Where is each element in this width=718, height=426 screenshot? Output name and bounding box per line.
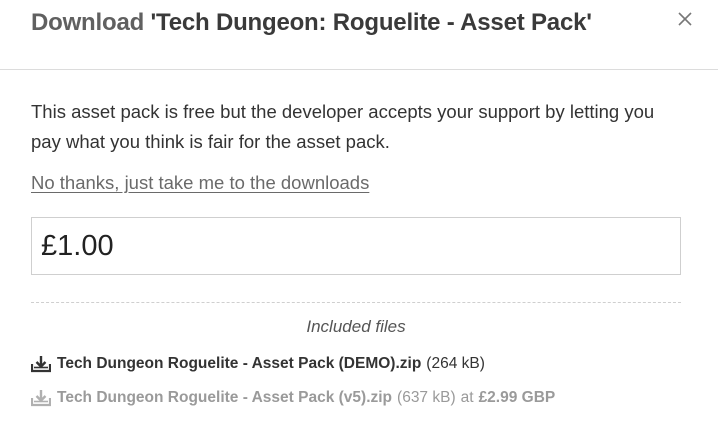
dialog-header: Download 'Tech Dungeon: Roguelite - Asse… [0, 0, 718, 70]
title-prefix: Download [31, 9, 145, 36]
download-icon [31, 355, 53, 373]
file-name: Tech Dungeon Roguelite - Asset Pack (DEM… [57, 355, 422, 372]
dialog-body: This asset pack is free but the develope… [0, 70, 718, 407]
section-divider [31, 302, 681, 303]
download-icon [31, 389, 53, 407]
download-dialog: Download 'Tech Dungeon: Roguelite - Asse… [0, 0, 718, 426]
file-size: (264 kB) [426, 355, 485, 372]
close-icon [678, 12, 692, 26]
support-description: This asset pack is free but the develope… [31, 101, 655, 152]
price-input[interactable]: £1.00 [31, 217, 681, 275]
title-asset-name: 'Tech Dungeon: Roguelite - Asset Pack' [150, 9, 592, 36]
file-row-v5: Tech Dungeon Roguelite - Asset Pack (v5)… [31, 389, 681, 407]
file-size: (637 kB) [397, 389, 456, 406]
file-price: £2.99 GBP [478, 389, 556, 406]
close-button[interactable] [674, 8, 696, 30]
skip-to-downloads-link[interactable]: No thanks, just take me to the downloads [31, 172, 369, 194]
file-name: Tech Dungeon Roguelite - Asset Pack (v5)… [57, 389, 393, 406]
file-price-label: at [460, 389, 474, 406]
dialog-title: Download 'Tech Dungeon: Roguelite - Asse… [31, 9, 592, 37]
file-row-demo[interactable]: Tech Dungeon Roguelite - Asset Pack (DEM… [31, 355, 681, 373]
included-files-heading: Included files [306, 317, 406, 336]
